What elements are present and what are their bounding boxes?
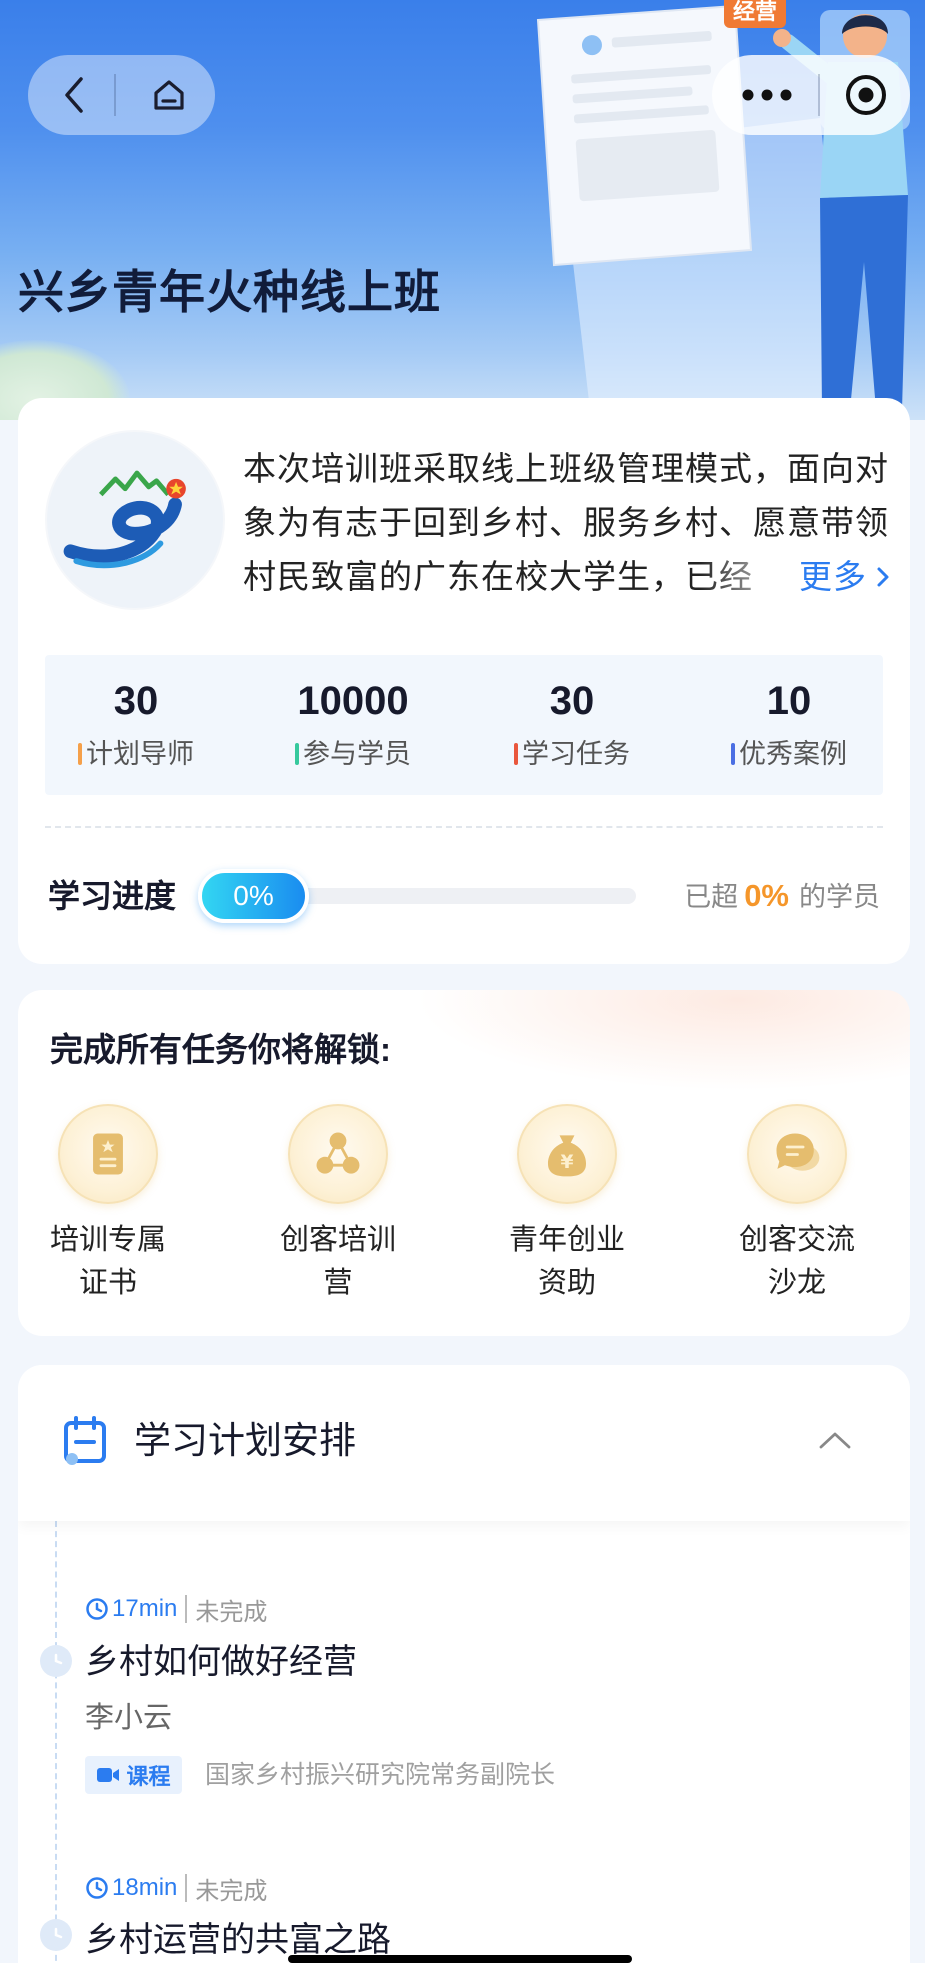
clock-icon [86, 1877, 108, 1899]
progress-rank-text: 已超 0% 的学员 [684, 876, 880, 917]
rank-prefix: 已超 [684, 882, 739, 912]
intro-card: 本次培训班采取线上班级管理模式，面向对象为有志于回到乡村、服务乡村、愿意带领村民… [18, 398, 910, 964]
clock-icon [86, 1598, 108, 1620]
reward-label: 青年创业资助 [508, 1224, 625, 1299]
more-dots-icon [742, 89, 792, 101]
chevron-left-icon [65, 77, 83, 113]
home-indicator[interactable] [288, 1955, 632, 1963]
stats-panel: 30 计划导师 10000 参与学员 30 学习任务 10 优秀案例 [45, 655, 883, 795]
lesson-meta: 18min 未完成 [85, 1872, 268, 1905]
timeline-line [55, 1521, 57, 1963]
back-button[interactable] [38, 55, 110, 135]
stat-color-bar [295, 743, 299, 765]
nav-capsule-right [712, 55, 910, 135]
dashed-divider [45, 826, 883, 828]
more-button[interactable] [724, 55, 810, 135]
stat-label-row: 学习任务 [514, 737, 630, 771]
stat-students: 10000 参与学员 [263, 655, 443, 771]
program-logo-icon [63, 470, 186, 569]
stat-label: 计划导师 [86, 739, 194, 769]
stat-tasks: 30 学习任务 [482, 655, 662, 771]
rank-value: 0% [744, 878, 789, 913]
close-miniapp-button[interactable] [826, 55, 906, 135]
more-label: 更多 [799, 558, 867, 595]
reward-startup-funding: ¥ 青年创业资助 [482, 1104, 652, 1324]
stat-mentors: 30 计划导师 [46, 655, 226, 771]
lesson-item[interactable]: 17min 未完成 乡村如何做好经营 李小云 课程 国家乡村振兴研究院常务副院长 [78, 1585, 898, 1794]
progress-label: 学习进度 [48, 878, 177, 914]
chevron-up-icon[interactable] [818, 1429, 852, 1451]
study-plan-title: 学习计划安排 [134, 1420, 356, 1461]
home-icon [154, 80, 184, 110]
lesson-status: 未完成 [195, 1877, 268, 1905]
chevron-right-icon [877, 567, 889, 587]
reward-training-camp: 创客培训营 [253, 1104, 423, 1324]
reward-label: 创客交流沙龙 [738, 1224, 855, 1299]
stat-label-row: 优秀案例 [731, 737, 847, 771]
stat-label: 优秀案例 [739, 739, 847, 769]
progress-value-pill: 0% [198, 869, 309, 923]
unlock-title: 完成所有任务你将解锁: [50, 1031, 391, 1068]
stat-label: 学习任务 [522, 739, 630, 769]
calendar-icon [64, 1416, 106, 1465]
stat-color-bar [731, 743, 735, 765]
home-button[interactable] [128, 55, 210, 135]
program-description: 本次培训班采取线上班级管理模式，面向对象为有志于回到乡村、服务乡村、愿意带领村民… [243, 442, 893, 604]
stat-value: 30 [549, 679, 595, 723]
rank-suffix: 的学员 [799, 882, 880, 912]
stat-value: 10000 [297, 679, 409, 723]
more-link[interactable]: 更多 [699, 550, 893, 604]
page-title: 兴乡青年火种线上班 [18, 266, 441, 318]
lesson-title: 乡村如何做好经营 [85, 1643, 357, 1681]
stat-value: 30 [113, 679, 159, 723]
reward-label: 培训专属证书 [49, 1224, 166, 1299]
illustration-tag: 经营 [724, 0, 786, 28]
lesson-type: 课程 [126, 1764, 171, 1789]
study-plan-card: 学习计划安排 17min 未完成 乡村如何做好经营 李小云 课程 国家乡村振兴研… [18, 1365, 910, 1963]
stat-color-bar [514, 743, 518, 765]
stat-label-row: 参与学员 [295, 737, 411, 771]
lesson-teacher: 李小云 [85, 1702, 173, 1734]
certificate-icon [58, 1104, 158, 1204]
reward-label: 创客培训营 [279, 1224, 396, 1299]
reward-certificate: 培训专属证书 [23, 1104, 193, 1324]
lesson-duration: 18min [112, 1874, 178, 1901]
lesson-meta: 17min 未完成 [85, 1593, 268, 1626]
svg-text:¥: ¥ [561, 1152, 574, 1173]
stat-value: 10 [766, 679, 812, 723]
study-plan-header[interactable]: 学习计划安排 [18, 1365, 910, 1521]
capsule-divider [818, 74, 820, 116]
lesson-status: 未完成 [195, 1598, 268, 1626]
timeline-clock-icon [40, 1919, 72, 1951]
capsule-divider [114, 74, 116, 116]
meta-separator [185, 1874, 188, 1902]
video-icon [97, 1768, 120, 1782]
target-icon [846, 75, 886, 115]
money-bag-icon: ¥ [517, 1104, 617, 1204]
group-icon [288, 1104, 388, 1204]
timeline-clock-icon [40, 1645, 72, 1677]
chat-bubbles-icon [747, 1104, 847, 1204]
meta-separator [185, 1595, 188, 1623]
lesson-duration: 17min [112, 1595, 178, 1622]
nav-capsule-left [28, 55, 215, 135]
lesson-item[interactable]: 18min 未完成 乡村运营的共富之路 [78, 1864, 898, 1963]
stat-label-row: 计划导师 [78, 737, 194, 771]
stat-color-bar [78, 743, 82, 765]
program-logo [45, 430, 225, 610]
stat-cases: 10 优秀案例 [699, 655, 879, 771]
stat-label: 参与学员 [303, 739, 411, 769]
unlock-rewards-card: 完成所有任务你将解锁: 培训专属证书 创客培训营 ¥ 青年创业资助 创客交流沙龙 [18, 990, 910, 1336]
reward-exchange-salon: 创客交流沙龙 [712, 1104, 882, 1324]
teacher-title: 国家乡村振兴研究院常务副院长 [205, 1761, 556, 1789]
lesson-type-badge: 课程 [85, 1756, 182, 1794]
